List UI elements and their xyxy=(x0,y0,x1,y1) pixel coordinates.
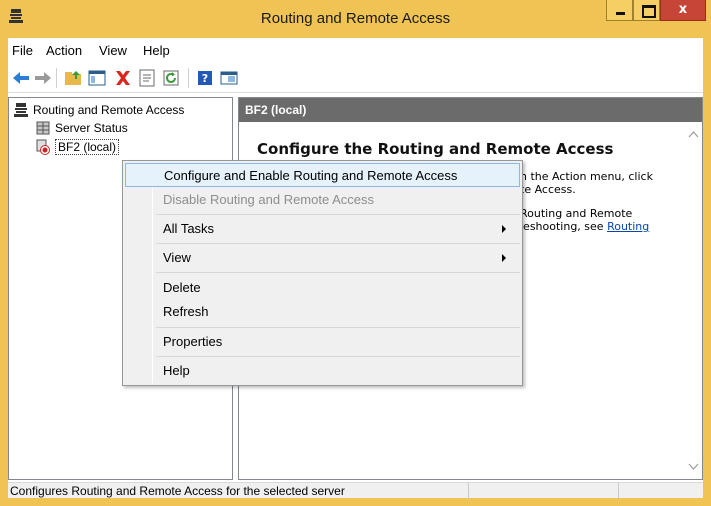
menu-item-label: Properties xyxy=(163,334,223,349)
toolbar: ? xyxy=(8,63,703,93)
context-menu: Configure and Enable Routing and Remote … xyxy=(122,160,523,386)
pane-header: BF2 (local) xyxy=(239,98,702,122)
menu-item-label: Disable Routing and Remote Access xyxy=(163,192,375,207)
submenu-arrow-icon xyxy=(502,254,506,262)
console-icon[interactable] xyxy=(218,67,240,89)
toolbar-separator xyxy=(188,68,189,88)
menu-item-refresh[interactable]: Refresh xyxy=(125,300,520,324)
menu-action[interactable]: Action xyxy=(46,43,82,58)
menu-item-all-tasks[interactable]: All Tasks xyxy=(125,217,520,241)
status-bar: Configures Routing and Remote Access for… xyxy=(8,482,703,499)
menu-item-help[interactable]: Help xyxy=(125,359,520,383)
menu-item-label: Help xyxy=(163,363,190,378)
toolbar-separator xyxy=(56,68,57,88)
close-button[interactable]: x xyxy=(660,0,706,21)
submenu-arrow-icon xyxy=(502,225,506,233)
menu-item-disable: Disable Routing and Remote Access xyxy=(125,188,520,212)
scroll-down-icon[interactable] xyxy=(688,463,699,471)
status-text: Configures Routing and Remote Access for… xyxy=(10,484,345,498)
menu-help[interactable]: Help xyxy=(143,43,170,58)
menu-item-view[interactable]: View xyxy=(125,246,520,270)
forward-icon[interactable] xyxy=(32,67,54,89)
refresh-icon[interactable] xyxy=(160,67,182,89)
menu-separator xyxy=(156,327,520,328)
menu-item-configure-enable[interactable]: Configure and Enable Routing and Remote … xyxy=(125,163,520,187)
menu-separator xyxy=(156,214,520,215)
minimize-button[interactable] xyxy=(606,0,633,21)
server-stopped-icon xyxy=(36,139,50,155)
menu-file[interactable]: File xyxy=(12,43,33,58)
status-cell xyxy=(468,483,618,499)
menu-separator xyxy=(156,243,520,244)
pane-text-line: n the Action menu, click xyxy=(520,170,653,183)
vertical-scrollbar[interactable] xyxy=(685,122,702,479)
window-title: Routing and Remote Access xyxy=(260,10,451,27)
menu-item-label: Configure and Enable Routing and Remote … xyxy=(164,168,458,183)
menu-separator xyxy=(156,272,520,273)
pane-heading: Configure the Routing and Remote Access xyxy=(257,140,614,158)
pane-header-title: BF2 (local) xyxy=(245,103,307,117)
menu-item-delete[interactable]: Delete xyxy=(125,276,520,300)
maximize-button[interactable] xyxy=(633,0,660,21)
tree-root-label: Routing and Remote Access xyxy=(33,103,185,117)
app-window: Routing and Remote Access x File Action … xyxy=(0,0,711,506)
menu-item-label: All Tasks xyxy=(163,221,215,236)
title-bar[interactable]: Routing and Remote Access x xyxy=(0,0,711,38)
pane-text-line: Routing and Remote xyxy=(520,207,633,220)
close-icon: x xyxy=(678,2,688,17)
status-cell xyxy=(618,483,703,499)
pane-text: leshooting, see xyxy=(520,220,608,233)
tree-item-label: Server Status xyxy=(55,121,128,135)
properties-icon[interactable] xyxy=(136,67,158,89)
server-icon xyxy=(14,103,28,117)
menu-item-label: Delete xyxy=(163,280,201,295)
delete-icon[interactable] xyxy=(112,67,134,89)
routing-link[interactable]: Routing xyxy=(607,220,649,233)
up-folder-icon[interactable] xyxy=(62,67,84,89)
menu-view[interactable]: View xyxy=(99,43,127,58)
pane-text-line: leshooting, see Routing xyxy=(520,220,649,233)
show-hide-tree-icon[interactable] xyxy=(86,67,108,89)
scroll-up-icon[interactable] xyxy=(688,130,699,138)
menu-bar: File Action View Help xyxy=(8,38,703,63)
menu-item-label: View xyxy=(163,250,191,265)
tree-item-label: BF2 (local) xyxy=(55,139,120,155)
back-icon[interactable] xyxy=(10,67,32,89)
pane-text-line: te Access. xyxy=(520,183,576,196)
menu-item-properties[interactable]: Properties xyxy=(125,330,520,354)
menu-separator xyxy=(156,356,520,357)
svg-text:?: ? xyxy=(202,72,208,85)
help-icon[interactable]: ? xyxy=(194,67,216,89)
server-status-icon xyxy=(36,121,50,135)
menu-item-label: Refresh xyxy=(163,304,209,319)
